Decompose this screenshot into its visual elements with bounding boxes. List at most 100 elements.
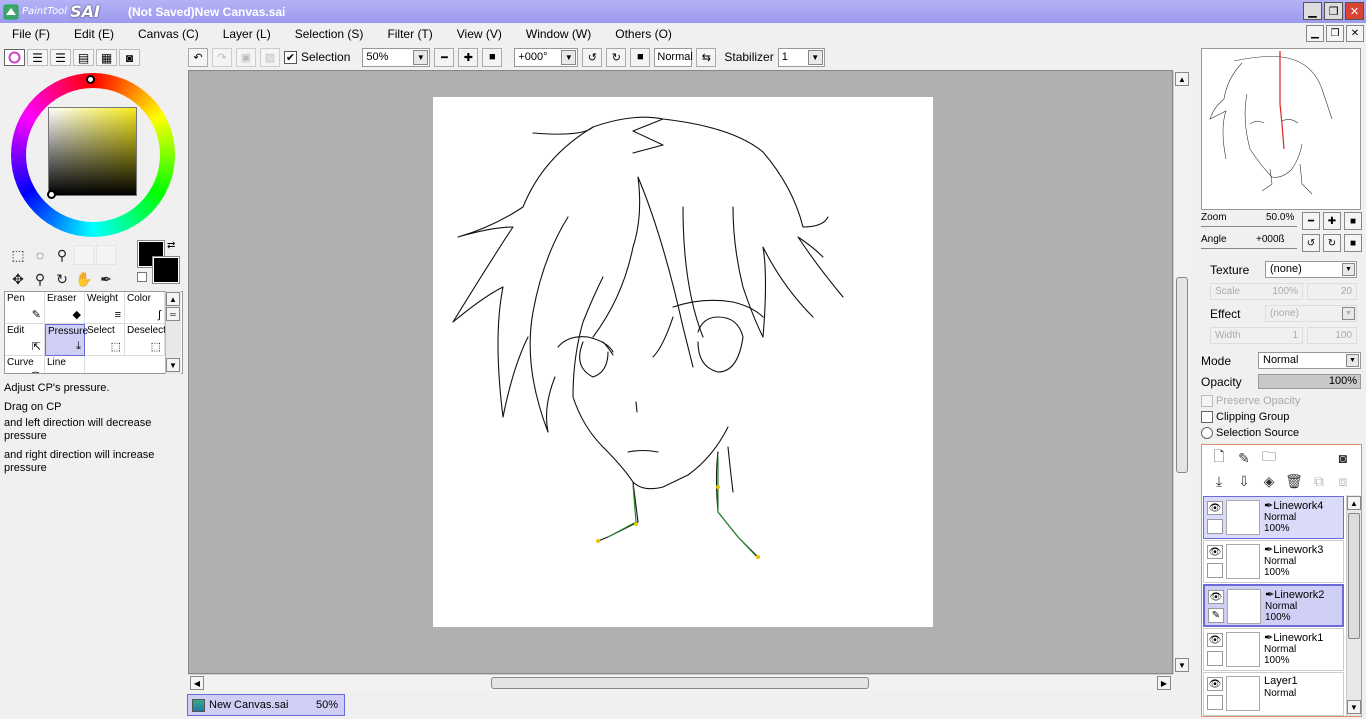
brush-select[interactable]: Select ⬚ (85, 324, 125, 356)
swatches-tab[interactable]: ▦ (96, 49, 117, 66)
zoom-select[interactable]: 50% ▼ (362, 47, 431, 67)
lock-slot[interactable] (1207, 651, 1223, 666)
canvas-paper[interactable] (433, 97, 933, 627)
pen-icon[interactable]: ✎ (1208, 608, 1224, 623)
rect-select-icon[interactable]: ⬚ (8, 245, 28, 265)
scroll-up-icon[interactable]: ▲ (166, 292, 180, 306)
scroll-up-icon[interactable]: ▲ (1175, 72, 1189, 86)
selection-checkbox[interactable]: ✔ (284, 50, 297, 64)
invert-selection-icon[interactable]: ▧ (260, 47, 280, 67)
background-color[interactable] (152, 256, 180, 284)
opacity-slider[interactable]: 100% (1258, 374, 1361, 389)
navigator-preview[interactable] (1201, 48, 1361, 210)
zoom-in-icon[interactable]: ✚ (1323, 212, 1341, 230)
hsv-slider-tab[interactable]: ☰ (50, 49, 71, 66)
brush-weight[interactable]: Weight ≡ (85, 292, 125, 324)
close-button[interactable]: ✕ (1345, 2, 1364, 20)
menu-layer[interactable]: Layer (L) (211, 27, 283, 41)
layer-scroll-thumb[interactable] (1348, 513, 1360, 639)
layer-row[interactable]: 👁 ✎ ✒Linework2 Normal 100% (1203, 584, 1344, 627)
color-mixer-tab[interactable]: ▤ (73, 49, 94, 66)
lasso-icon[interactable]: ◌ (30, 245, 50, 265)
menu-others[interactable]: Others (O) (603, 27, 684, 41)
angle-slider[interactable] (1201, 248, 1297, 249)
redo-icon[interactable]: ↷ (212, 47, 232, 67)
brush-color[interactable]: Color ∫ (125, 292, 165, 324)
horizontal-scroll-thumb[interactable] (491, 677, 869, 689)
layer-mask-icon[interactable]: ◙ (1334, 449, 1352, 467)
layer-row[interactable]: 👁 Layer1 Normal (1203, 672, 1344, 716)
undo-icon[interactable]: ↶ (188, 47, 208, 67)
rgb-slider-tab[interactable]: ☰ (27, 49, 48, 66)
eye-icon[interactable]: 👁 (1207, 501, 1223, 515)
eyedropper-icon[interactable]: ✒ (96, 269, 116, 289)
document-tab[interactable]: New Canvas.sai 50% (187, 694, 345, 716)
doc-close-button[interactable]: ✕ (1346, 25, 1364, 42)
menu-view[interactable]: View (V) (445, 27, 514, 41)
lock-slot[interactable] (1207, 695, 1223, 710)
zoom-out-icon[interactable]: ━ (434, 47, 455, 67)
brush-scrollbar[interactable]: ▲ ═ ▼ (165, 291, 181, 374)
zoom-reset-icon[interactable]: ■ (482, 47, 503, 67)
menu-file[interactable]: File (F) (0, 27, 62, 41)
layer-row[interactable]: 👁 ✒Linework4 Normal 100% (1203, 496, 1344, 539)
sv-marker[interactable] (47, 190, 56, 199)
texture-select[interactable]: (none) ▼ (1265, 261, 1357, 278)
menu-selection[interactable]: Selection (S) (283, 27, 376, 41)
stabilizer-select[interactable]: 1 ▼ (777, 47, 825, 67)
doc-minimize-button[interactable]: ▁ (1306, 25, 1324, 42)
layer-mode-select[interactable]: Normal ▼ (1258, 352, 1361, 369)
brush-eraser[interactable]: Eraser ◆ (45, 292, 85, 324)
rotate-right-icon[interactable]: ↻ (1323, 234, 1341, 252)
scratchpad-tab[interactable]: ◙ (119, 49, 140, 66)
saturation-value-square[interactable] (48, 107, 137, 196)
brush-pressure[interactable]: Pressure ⤓ (45, 324, 88, 356)
zoom-icon[interactable]: ⚲ (30, 269, 50, 289)
layer-scrollbar[interactable]: ▲ ▼ (1346, 495, 1361, 716)
eye-icon[interactable]: 👁 (1207, 677, 1223, 691)
canvas-horizontal-scrollbar[interactable]: ◀ ▶ (188, 674, 1173, 691)
brush-edit[interactable]: Edit ⇱ (5, 324, 45, 356)
angle-select[interactable]: +000° ▼ (514, 47, 579, 67)
zoom-in-icon[interactable]: ✚ (458, 47, 479, 67)
minimize-button[interactable]: ▁ (1303, 2, 1322, 20)
canvas-viewport[interactable] (188, 70, 1173, 674)
swap-colors-icon[interactable]: ⇄ (167, 240, 175, 251)
rotate-left-icon[interactable]: ↺ (1302, 234, 1320, 252)
clipping-group-option[interactable]: Clipping Group (1201, 411, 1289, 423)
layer-row[interactable]: 👁 ✒Linework1 Normal 100% (1203, 628, 1344, 671)
brush-pen[interactable]: Pen ✎ (5, 292, 45, 324)
scroll-thumb[interactable]: ═ (166, 307, 180, 321)
rotate-reset-icon[interactable]: ■ (630, 47, 651, 67)
new-linework-layer-icon[interactable]: ✎ (1235, 449, 1253, 467)
magic-wand-icon[interactable]: ⚲ (52, 245, 72, 265)
rotate-icon[interactable]: ↻ (52, 269, 72, 289)
menu-filter[interactable]: Filter (T) (375, 27, 444, 41)
color-wheel-tab[interactable] (4, 49, 25, 66)
canvas-vertical-scrollbar[interactable]: ▲ ▼ (1173, 70, 1190, 674)
scroll-right-icon[interactable]: ▶ (1157, 676, 1171, 690)
rotate-left-icon[interactable]: ↺ (582, 47, 603, 67)
menu-canvas[interactable]: Canvas (C) (126, 27, 211, 41)
scroll-down-icon[interactable]: ▼ (166, 358, 180, 372)
eye-icon[interactable]: 👁 (1208, 590, 1224, 604)
blend-mode-display[interactable]: Normal (654, 47, 693, 67)
clipping-group-checkbox[interactable] (1201, 411, 1213, 423)
doc-restore-button[interactable]: ❐ (1326, 25, 1344, 42)
eye-icon[interactable]: 👁 (1207, 545, 1223, 559)
maximize-button[interactable]: ❐ (1324, 2, 1343, 20)
rotate-right-icon[interactable]: ↻ (606, 47, 627, 67)
vertical-scroll-thumb[interactable] (1176, 277, 1188, 473)
clear-layer-icon[interactable]: ◈ (1260, 472, 1278, 490)
hue-marker[interactable] (86, 75, 95, 84)
deselect-icon[interactable]: ▣ (236, 47, 256, 67)
flip-icon[interactable]: ⇆ (696, 47, 717, 67)
menu-window[interactable]: Window (W) (514, 27, 603, 41)
scroll-left-icon[interactable]: ◀ (190, 676, 204, 690)
rotate-reset-icon[interactable]: ■ (1344, 234, 1362, 252)
default-colors-icon[interactable] (137, 272, 147, 282)
hand-icon[interactable]: ✋ (74, 269, 94, 289)
lock-slot[interactable] (1207, 519, 1223, 534)
new-folder-icon[interactable]: 🗀 (1260, 448, 1278, 467)
brush-line[interactable]: Line ⋯ (45, 356, 85, 373)
